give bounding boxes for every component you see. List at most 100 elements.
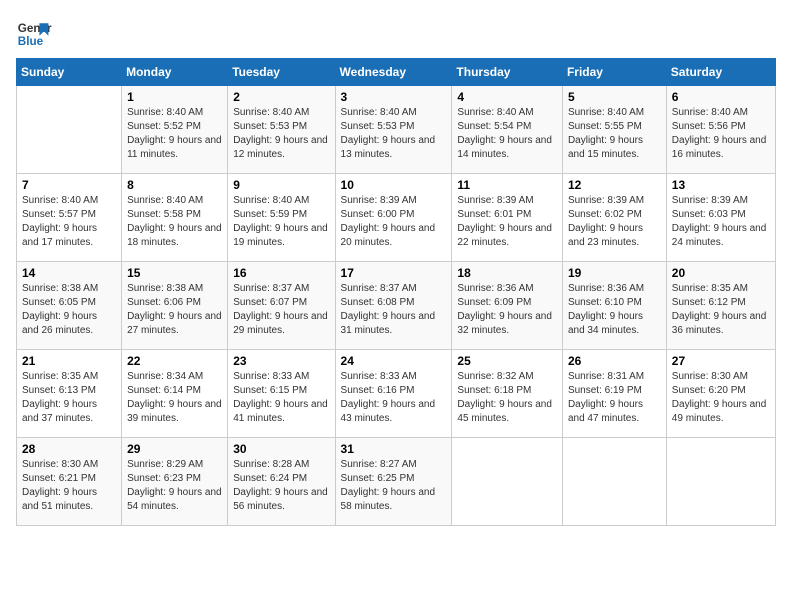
day-info: Sunrise: 8:35 AMSunset: 6:13 PMDaylight:… — [22, 370, 116, 426]
day-number: 16 — [233, 266, 329, 280]
day-number: 30 — [233, 442, 329, 456]
calendar-cell: 18Sunrise: 8:36 AMSunset: 6:09 PMDayligh… — [452, 262, 563, 350]
day-number: 15 — [127, 266, 222, 280]
logo: General Blue — [16, 16, 52, 52]
day-info: Sunrise: 8:33 AMSunset: 6:16 PMDaylight:… — [341, 370, 447, 426]
calendar-cell: 21 Sunrise: 8:35 AMSunset: 6:13 PMDayligh… — [17, 350, 122, 438]
calendar-cell: 17 Sunrise: 8:37 AMSunset: 6:08 PMDayligh… — [335, 262, 452, 350]
day-info: Sunrise: 8:40 AMSunset: 5:53 PMDaylight:… — [341, 106, 447, 162]
dow-friday: Friday — [562, 59, 666, 86]
calendar-cell: 3Sunrise: 8:40 AMSunset: 5:53 PMDaylight… — [335, 86, 452, 174]
day-number: 5 — [568, 90, 661, 104]
day-info: Sunrise: 8:40 AMSunset: 5:53 PMDaylight:… — [233, 106, 329, 162]
day-number: 6 — [672, 90, 770, 104]
day-info: Sunrise: 8:39 AMSunset: 6:03 PMDaylight:… — [672, 194, 770, 250]
day-number: 21 — [22, 354, 116, 368]
calendar-cell — [17, 86, 122, 174]
day-number: 8 — [127, 178, 222, 192]
day-number: 31 — [341, 442, 447, 456]
calendar-cell — [666, 438, 775, 526]
day-number: 17 — [341, 266, 447, 280]
calendar-cell: 2 Sunrise: 8:40 AMSunset: 5:53 PMDaylight… — [228, 86, 335, 174]
calendar-cell: 6 Sunrise: 8:40 AMSunset: 5:56 PMDaylight… — [666, 86, 775, 174]
dow-thursday: Thursday — [452, 59, 563, 86]
dow-saturday: Saturday — [666, 59, 775, 86]
calendar-cell: 5 Sunrise: 8:40 AMSunset: 5:55 PMDaylight… — [562, 86, 666, 174]
day-info: Sunrise: 8:27 AMSunset: 6:25 PMDaylight:… — [341, 458, 447, 514]
page-header: General Blue — [16, 16, 776, 52]
day-info: Sunrise: 8:40 AMSunset: 5:54 PMDaylight:… — [457, 106, 557, 162]
day-number: 19 — [568, 266, 661, 280]
calendar-table: SundayMondayTuesdayWednesdayThursdayFrid… — [16, 58, 776, 526]
day-info: Sunrise: 8:31 AMSunset: 6:19 PMDaylight:… — [568, 370, 661, 426]
day-info: Sunrise: 8:33 AMSunset: 6:15 PMDaylight:… — [233, 370, 329, 426]
day-number: 29 — [127, 442, 222, 456]
day-info: Sunrise: 8:30 AMSunset: 6:21 PMDaylight:… — [22, 458, 116, 514]
day-info: Sunrise: 8:40 AMSunset: 5:55 PMDaylight:… — [568, 106, 661, 162]
day-info: Sunrise: 8:37 AMSunset: 6:08 PMDaylight:… — [341, 282, 447, 338]
calendar-cell: 27 Sunrise: 8:30 AMSunset: 6:20 PMDayligh… — [666, 350, 775, 438]
calendar-cell: 15 Sunrise: 8:38 AMSunset: 6:06 PMDayligh… — [122, 262, 228, 350]
calendar-cell: 29 Sunrise: 8:29 AMSunset: 6:23 PMDayligh… — [122, 438, 228, 526]
day-info: Sunrise: 8:39 AMSunset: 6:02 PMDaylight:… — [568, 194, 661, 250]
calendar-cell: 23 Sunrise: 8:33 AMSunset: 6:15 PMDayligh… — [228, 350, 335, 438]
calendar-body: 1Sunrise: 8:40 AMSunset: 5:52 PMDaylight… — [17, 86, 776, 526]
calendar-cell: 13 Sunrise: 8:39 AMSunset: 6:03 PMDayligh… — [666, 174, 775, 262]
day-info: Sunrise: 8:34 AMSunset: 6:14 PMDaylight:… — [127, 370, 222, 426]
day-info: Sunrise: 8:29 AMSunset: 6:23 PMDaylight:… — [127, 458, 222, 514]
calendar-cell: 26 Sunrise: 8:31 AMSunset: 6:19 PMDayligh… — [562, 350, 666, 438]
calendar-cell: 22Sunrise: 8:34 AMSunset: 6:14 PMDayligh… — [122, 350, 228, 438]
day-info: Sunrise: 8:30 AMSunset: 6:20 PMDaylight:… — [672, 370, 770, 426]
day-number: 20 — [672, 266, 770, 280]
calendar-week-2: 7Sunrise: 8:40 AMSunset: 5:57 PMDaylight… — [17, 174, 776, 262]
calendar-cell: 16 Sunrise: 8:37 AMSunset: 6:07 PMDayligh… — [228, 262, 335, 350]
calendar-week-5: 28 Sunrise: 8:30 AMSunset: 6:21 PMDayligh… — [17, 438, 776, 526]
day-info: Sunrise: 8:39 AMSunset: 6:01 PMDaylight:… — [457, 194, 557, 250]
day-info: Sunrise: 8:38 AMSunset: 6:06 PMDaylight:… — [127, 282, 222, 338]
calendar-cell — [562, 438, 666, 526]
svg-text:Blue: Blue — [18, 35, 44, 48]
calendar-cell — [452, 438, 563, 526]
calendar-cell: 7Sunrise: 8:40 AMSunset: 5:57 PMDaylight… — [17, 174, 122, 262]
calendar-cell: 9Sunrise: 8:40 AMSunset: 5:59 PMDaylight… — [228, 174, 335, 262]
day-info: Sunrise: 8:39 AMSunset: 6:00 PMDaylight:… — [341, 194, 447, 250]
calendar-cell: 28 Sunrise: 8:30 AMSunset: 6:21 PMDayligh… — [17, 438, 122, 526]
calendar-cell: 20 Sunrise: 8:35 AMSunset: 6:12 PMDayligh… — [666, 262, 775, 350]
day-number: 23 — [233, 354, 329, 368]
calendar-cell: 4 Sunrise: 8:40 AMSunset: 5:54 PMDaylight… — [452, 86, 563, 174]
day-info: Sunrise: 8:40 AMSunset: 5:58 PMDaylight:… — [127, 194, 222, 250]
calendar-cell: 8 Sunrise: 8:40 AMSunset: 5:58 PMDaylight… — [122, 174, 228, 262]
day-info: Sunrise: 8:40 AMSunset: 5:56 PMDaylight:… — [672, 106, 770, 162]
day-number: 14 — [22, 266, 116, 280]
day-number: 26 — [568, 354, 661, 368]
calendar-cell: 11 Sunrise: 8:39 AMSunset: 6:01 PMDayligh… — [452, 174, 563, 262]
calendar-cell: 19Sunrise: 8:36 AMSunset: 6:10 PMDayligh… — [562, 262, 666, 350]
day-info: Sunrise: 8:36 AMSunset: 6:09 PMDaylight:… — [457, 282, 557, 338]
day-number: 2 — [233, 90, 329, 104]
day-number: 27 — [672, 354, 770, 368]
day-number: 13 — [672, 178, 770, 192]
day-info: Sunrise: 8:32 AMSunset: 6:18 PMDaylight:… — [457, 370, 557, 426]
day-of-week-header: SundayMondayTuesdayWednesdayThursdayFrid… — [17, 59, 776, 86]
dow-wednesday: Wednesday — [335, 59, 452, 86]
day-info: Sunrise: 8:35 AMSunset: 6:12 PMDaylight:… — [672, 282, 770, 338]
day-number: 4 — [457, 90, 557, 104]
day-number: 24 — [341, 354, 447, 368]
calendar-week-3: 14Sunrise: 8:38 AMSunset: 6:05 PMDayligh… — [17, 262, 776, 350]
day-number: 11 — [457, 178, 557, 192]
calendar-week-4: 21 Sunrise: 8:35 AMSunset: 6:13 PMDayligh… — [17, 350, 776, 438]
calendar-cell: 31 Sunrise: 8:27 AMSunset: 6:25 PMDayligh… — [335, 438, 452, 526]
dow-tuesday: Tuesday — [228, 59, 335, 86]
calendar-cell: 24 Sunrise: 8:33 AMSunset: 6:16 PMDayligh… — [335, 350, 452, 438]
calendar-cell: 30Sunrise: 8:28 AMSunset: 6:24 PMDayligh… — [228, 438, 335, 526]
day-number: 12 — [568, 178, 661, 192]
day-number: 25 — [457, 354, 557, 368]
calendar-cell: 1Sunrise: 8:40 AMSunset: 5:52 PMDaylight… — [122, 86, 228, 174]
logo-icon: General Blue — [16, 16, 52, 52]
day-info: Sunrise: 8:37 AMSunset: 6:07 PMDaylight:… — [233, 282, 329, 338]
calendar-cell: 10 Sunrise: 8:39 AMSunset: 6:00 PMDayligh… — [335, 174, 452, 262]
day-number: 10 — [341, 178, 447, 192]
day-number: 7 — [22, 178, 116, 192]
calendar-cell: 14Sunrise: 8:38 AMSunset: 6:05 PMDayligh… — [17, 262, 122, 350]
day-number: 28 — [22, 442, 116, 456]
